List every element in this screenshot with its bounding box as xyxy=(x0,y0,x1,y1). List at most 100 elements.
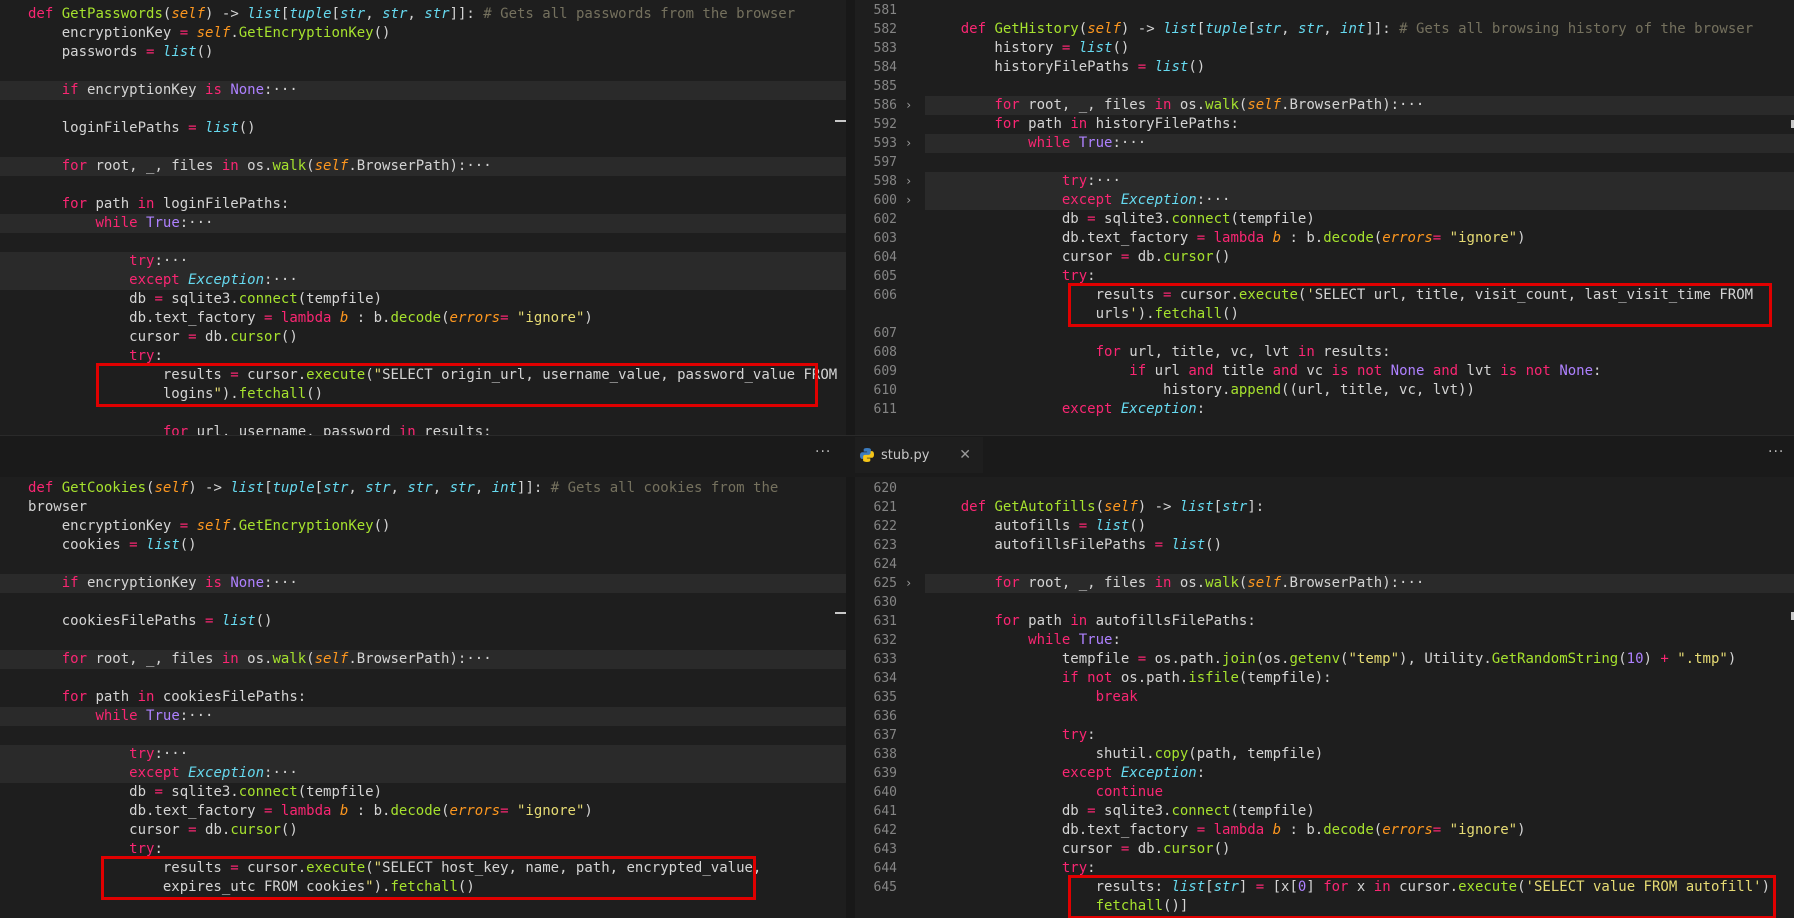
code-line[interactable]: loginFilePaths = list() xyxy=(0,119,256,138)
fold-chevron-icon[interactable]: › xyxy=(905,574,912,593)
code-line[interactable]: while True: xyxy=(927,631,1121,650)
code-line[interactable]: historyFilePaths = list() xyxy=(927,58,1205,77)
code-line[interactable] xyxy=(0,593,28,612)
code-line[interactable]: for path in historyFilePaths: xyxy=(927,115,1238,134)
code-line[interactable]: for url, title, vc, lvt in results: xyxy=(927,343,1391,362)
line-number: 630 xyxy=(873,595,897,610)
code-line[interactable]: autofills = list() xyxy=(927,517,1146,536)
code-line[interactable]: for path in autofillsFilePaths: xyxy=(927,612,1255,631)
code-line[interactable]: if not os.path.isfile(tempfile): xyxy=(927,669,1332,688)
line-number: 608 xyxy=(873,345,897,360)
code-line[interactable]: while True:··· xyxy=(0,214,213,233)
fold-chevron-icon[interactable]: › xyxy=(905,134,912,153)
code-line[interactable]: cursor = db.cursor() xyxy=(0,821,298,840)
fold-chevron-icon[interactable]: › xyxy=(905,172,912,191)
code-line[interactable]: while True:··· xyxy=(0,707,213,726)
fold-chevron-icon[interactable]: › xyxy=(905,191,912,210)
code-line[interactable]: tempfile = os.path.join(os.getenv("temp"… xyxy=(927,650,1736,669)
code-line[interactable]: try:··· xyxy=(0,745,188,764)
code-line[interactable]: db = sqlite3.connect(tempfile) xyxy=(927,210,1315,229)
editor-pane-get-history[interactable]: 581 582 def GetHistory(self) -> list[tupl… xyxy=(855,0,1794,435)
code-line[interactable]: cookiesFilePaths = list() xyxy=(0,612,273,631)
code-line[interactable]: encryptionKey = self.GetEncryptionKey() xyxy=(0,24,391,43)
code-line[interactable]: try:··· xyxy=(927,172,1121,191)
code-line[interactable] xyxy=(0,62,28,81)
code-line[interactable]: db = sqlite3.connect(tempfile) xyxy=(0,290,382,309)
more-actions-button-right[interactable]: ··· xyxy=(1768,444,1784,460)
code-line[interactable]: def GetAutofills(self) -> list[str]: xyxy=(927,498,1265,517)
code-line[interactable]: break xyxy=(927,688,1138,707)
code-line[interactable] xyxy=(0,726,28,745)
code-line[interactable]: for root, _, files in os.walk(self.Brows… xyxy=(0,650,492,669)
code-line[interactable]: if encryptionKey is None:··· xyxy=(0,81,298,100)
tab-stub-py[interactable]: stub.py ✕ xyxy=(855,437,983,473)
code-line[interactable]: except Exception: xyxy=(927,764,1205,783)
code-line[interactable] xyxy=(0,404,28,423)
code-line[interactable]: if url and title and vc is not None and … xyxy=(927,362,1601,381)
fold-chevron-icon[interactable]: › xyxy=(905,96,912,115)
code-line[interactable] xyxy=(0,555,28,574)
code-line[interactable]: if encryptionKey is None:··· xyxy=(0,574,298,593)
code-line[interactable]: for root, _, files in os.walk(self.Brows… xyxy=(927,96,1424,115)
code-line[interactable]: except Exception:··· xyxy=(927,191,1231,210)
code-line[interactable]: passwords = list() xyxy=(0,43,214,62)
code-line[interactable]: try:··· xyxy=(0,252,188,271)
line-number: 634 xyxy=(873,671,897,686)
line-number: 592 xyxy=(873,117,897,132)
line-number: 584 xyxy=(873,60,897,75)
code-line[interactable] xyxy=(0,233,28,252)
code-line[interactable]: except Exception: xyxy=(927,400,1205,419)
code-line[interactable]: for root, _, files in os.walk(self.Brows… xyxy=(0,157,492,176)
code-line[interactable]: except Exception:··· xyxy=(0,764,298,783)
editor-pane-get-cookies[interactable]: def GetCookies(self) -> list[tuple[str, … xyxy=(0,476,846,918)
editor-pane-get-autofills[interactable]: 620 621 def GetAutofills(self) -> list[st… xyxy=(855,476,1794,918)
code-line[interactable]: def GetCookies(self) -> list[tuple[str, … xyxy=(0,479,778,498)
code-line[interactable]: db = sqlite3.connect(tempfile) xyxy=(927,802,1315,821)
code-line[interactable]: history = list() xyxy=(927,39,1129,58)
code-line[interactable]: for path in loginFilePaths: xyxy=(0,195,290,214)
code-line[interactable]: continue xyxy=(927,783,1163,802)
code-line[interactable]: cursor = db.cursor() xyxy=(927,248,1231,267)
code-line[interactable]: cursor = db.cursor() xyxy=(927,840,1231,859)
code-line[interactable] xyxy=(0,138,28,157)
line-number: 621 xyxy=(873,500,897,515)
editor-pane-get-passwords[interactable]: def GetPasswords(self) -> list[tuple[str… xyxy=(0,0,846,435)
code-line[interactable] xyxy=(0,100,28,119)
code-line[interactable]: shutil.copy(path, tempfile) xyxy=(927,745,1324,764)
code-line[interactable] xyxy=(0,631,28,650)
line-number: 598 xyxy=(873,174,897,189)
line-number: 637 xyxy=(873,728,897,743)
line-number xyxy=(855,897,897,916)
code-line[interactable]: def GetHistory(self) -> list[tuple[str, … xyxy=(927,20,1753,39)
code-line[interactable] xyxy=(0,669,28,688)
line-number: 585 xyxy=(873,79,897,94)
code-line[interactable]: def GetPasswords(self) -> list[tuple[str… xyxy=(0,5,795,24)
code-line[interactable] xyxy=(0,176,28,195)
code-line[interactable]: for root, _, files in os.walk(self.Brows… xyxy=(927,574,1424,593)
sql-query-highlight-box xyxy=(1068,283,1772,327)
code-line[interactable]: autofillsFilePaths = list() xyxy=(927,536,1222,555)
code-line[interactable]: history.append((url, title, vc, lvt)) xyxy=(927,381,1475,400)
code-line[interactable]: db = sqlite3.connect(tempfile) xyxy=(0,783,382,802)
code-line[interactable]: except Exception:··· xyxy=(0,271,298,290)
line-number: 581 xyxy=(873,3,897,18)
code-line[interactable]: cookies = list() xyxy=(0,536,197,555)
code-line[interactable]: db.text_factory = lambda b : b.decode(er… xyxy=(927,229,1526,248)
code-line[interactable]: db.text_factory = lambda b : b.decode(er… xyxy=(927,821,1526,840)
code-line[interactable]: browser xyxy=(0,498,87,517)
code-line[interactable]: while True:··· xyxy=(927,134,1146,153)
close-icon[interactable]: ✕ xyxy=(959,447,971,463)
line-number: 593 xyxy=(873,136,897,151)
line-number: 610 xyxy=(873,383,897,398)
line-number: 641 xyxy=(873,804,897,819)
line-number: 582 xyxy=(873,22,897,37)
line-number xyxy=(855,305,897,324)
code-line[interactable]: for path in cookiesFilePaths: xyxy=(0,688,306,707)
code-line[interactable]: try: xyxy=(927,726,1096,745)
code-line[interactable]: cursor = db.cursor() xyxy=(0,328,298,347)
code-line[interactable]: db.text_factory = lambda b : b.decode(er… xyxy=(0,309,593,328)
code-line[interactable]: encryptionKey = self.GetEncryptionKey() xyxy=(0,517,391,536)
code-line[interactable]: for url, username, password in results: xyxy=(0,423,492,435)
more-actions-button-left[interactable]: ··· xyxy=(815,444,831,460)
code-line[interactable]: db.text_factory = lambda b : b.decode(er… xyxy=(0,802,593,821)
